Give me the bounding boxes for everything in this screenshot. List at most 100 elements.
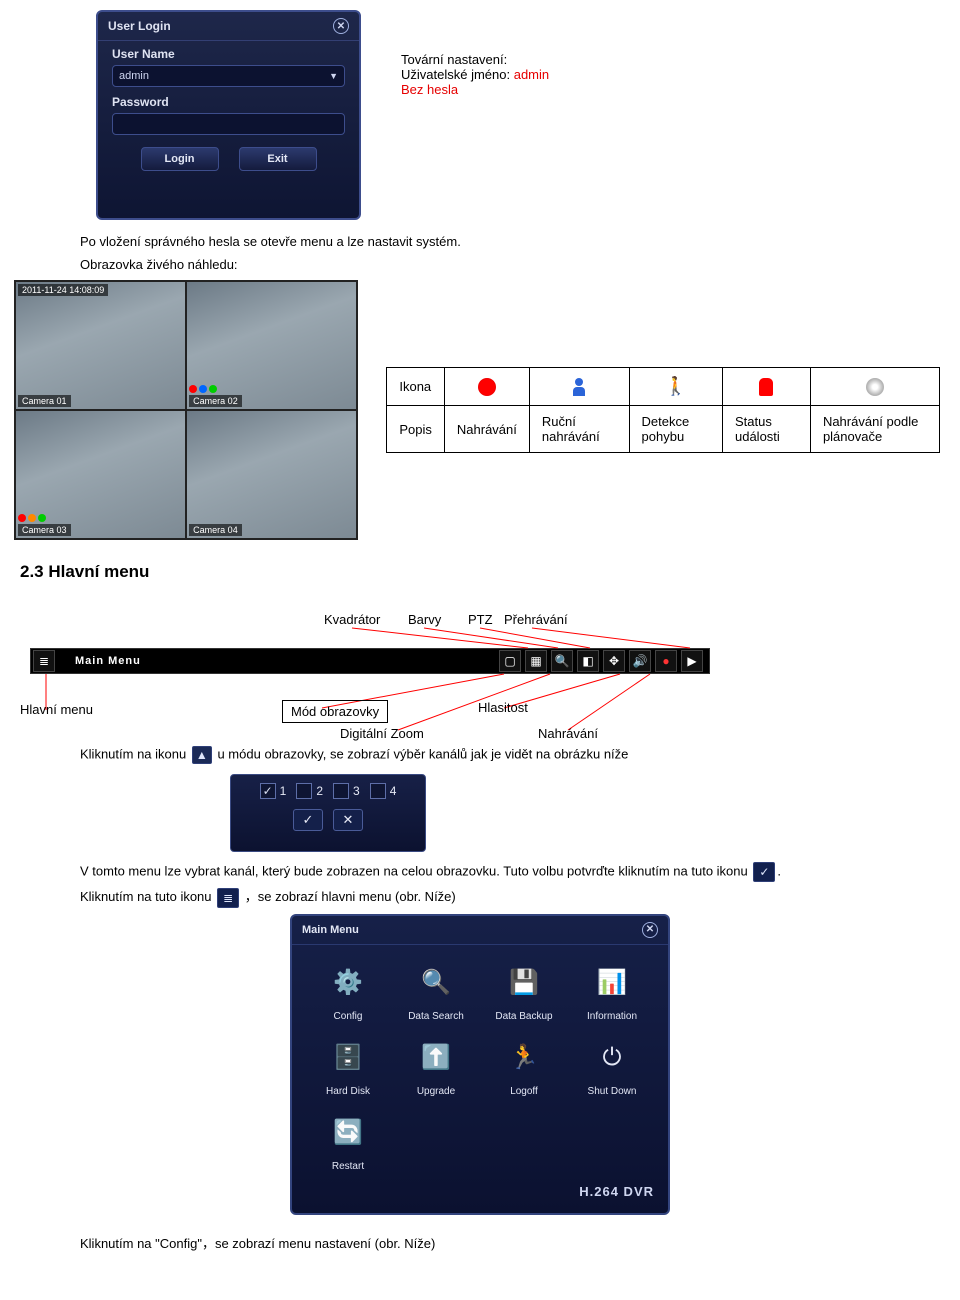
label-hlavni-menu: Hlavní menu [20, 702, 93, 717]
channel-num-4: 4 [390, 784, 397, 798]
info-icon: 📊 [590, 961, 634, 1005]
dvr-brand: H.264 DVR [292, 1180, 668, 1203]
menu-icon-text: Kliknutím na tuto ikonu ≣ ，se zobrazí hl… [80, 886, 940, 908]
chevron-down-icon[interactable]: ▼ [329, 71, 338, 81]
menu-item-restart[interactable]: 🔄 Restart [304, 1111, 392, 1172]
legend-header-desc: Popis [387, 406, 445, 453]
close-icon[interactable]: ✕ [333, 18, 349, 34]
channel-num-3: 3 [353, 784, 360, 798]
record-menu-icon[interactable]: ● [655, 650, 677, 672]
factory-username: admin [514, 67, 549, 82]
channel-selector: 1 2 3 4 ✓ ✕ [230, 774, 426, 852]
label-ptz: PTZ [468, 612, 493, 627]
label-barvy: Barvy [408, 612, 441, 627]
camera-label: Camera 01 [18, 395, 71, 407]
camera-cell-1[interactable]: 2011-11-24 14:08:09 Camera 01 [16, 282, 185, 409]
menu-label: Hard Disk [326, 1086, 370, 1097]
zoom-icon[interactable]: 🔍 [551, 650, 573, 672]
password-input[interactable] [112, 113, 345, 135]
menu-item-data-search[interactable]: 🔍 Data Search [392, 961, 480, 1022]
menu-item-data-backup[interactable]: 💾 Data Backup [480, 961, 568, 1022]
section-heading: 2.3 Hlavní menu [20, 562, 940, 582]
record-icon [478, 378, 496, 396]
live-preview-label: Obrazovka živého náhledu: [80, 257, 940, 272]
menu-label: Shut Down [588, 1086, 637, 1097]
label-mod-obrazovky: Mód obrazovky [282, 700, 388, 723]
legend-status: Status události [722, 406, 810, 453]
gear-icon: ⚙️ [326, 961, 370, 1005]
menu-icon[interactable]: ≣ [33, 650, 55, 672]
confirm-button[interactable]: ✓ [293, 809, 323, 831]
text-chan1a: V tomto menu lze vybrat kanál, který bud… [80, 863, 751, 878]
menu-label: Information [587, 1011, 637, 1022]
label-digitalni-zoom: Digitální Zoom [340, 726, 424, 741]
channel-checkbox-3[interactable] [333, 783, 349, 799]
schedule-icon [866, 378, 884, 396]
camera-label: Camera 04 [189, 524, 242, 536]
channel-checkbox-1[interactable] [260, 783, 276, 799]
cancel-button[interactable]: ✕ [333, 809, 363, 831]
menubar-title: Main Menu [75, 655, 141, 667]
search-icon: 🔍 [414, 961, 458, 1005]
icon-legend-table: Ikona 🚶 Popis Nahrávání Ruční nahrávání … [386, 367, 940, 453]
restart-icon: 🔄 [326, 1111, 370, 1155]
main-menu-bar: ≣ Main Menu ▢ ▦ 🔍 ◧ ✥ 🔊 ● ▶ [30, 648, 710, 674]
legend-manual: Ruční nahrávání [529, 406, 629, 453]
quad-view-icon[interactable]: ▦ [525, 650, 547, 672]
channel-num-1: 1 [280, 784, 287, 798]
single-view-icon[interactable]: ▢ [499, 650, 521, 672]
password-label: Password [98, 89, 359, 111]
power-icon: ⏻ [590, 1036, 634, 1080]
factory-password: Bez hesla [401, 82, 549, 97]
menu-label: Data Backup [495, 1011, 552, 1022]
menu-label: Data Search [408, 1011, 464, 1022]
close-icon[interactable]: ✕ [642, 922, 658, 938]
menu-item-config[interactable]: ⚙️ Config [304, 961, 392, 1022]
legend-motion: Detekce pohybu [629, 406, 722, 453]
menu-item-information[interactable]: 📊 Information [568, 961, 656, 1022]
ptz-icon[interactable]: ✥ [603, 650, 625, 672]
up-arrow-icon[interactable]: ▲ [192, 746, 212, 764]
menu-list-icon[interactable]: ≣ [217, 888, 239, 908]
timestamp: 2011-11-24 14:08:09 [18, 284, 108, 296]
legend-header-icon: Ikona [387, 368, 445, 406]
config-text: Kliknutím na "Config"，se zobrazí menu na… [80, 1233, 940, 1252]
main-menu-window: Main Menu ✕ ⚙️Config 🔍Data Search 💾Data … [290, 914, 670, 1215]
exit-button[interactable]: Exit [239, 147, 317, 171]
after-login-text: Po vložení správného hesla se otevře men… [80, 234, 940, 249]
motion-icon: 🚶 [665, 376, 687, 396]
menu-label: Logoff [510, 1086, 538, 1097]
menu-label: Config [334, 1011, 363, 1022]
factory-line2a: Uživatelské jméno: [401, 67, 514, 82]
playback-icon[interactable]: ▶ [681, 650, 703, 672]
menu-item-shutdown[interactable]: ⏻ Shut Down [568, 1036, 656, 1097]
backup-icon: 💾 [502, 961, 546, 1005]
menubar-diagram: Kvadrátor Barvy PTZ Přehrávání ≣ Main Me… [20, 590, 920, 740]
login-button[interactable]: Login [141, 147, 219, 171]
camera-label: Camera 03 [18, 524, 71, 536]
camera-cell-2[interactable]: Camera 02 [187, 282, 356, 409]
volume-icon[interactable]: 🔊 [629, 650, 651, 672]
channel-num-2: 2 [316, 784, 323, 798]
camera-cell-4[interactable]: Camera 04 [187, 411, 356, 538]
hdd-icon: 🗄️ [326, 1036, 370, 1080]
channel-checkbox-4[interactable] [370, 783, 386, 799]
color-icon[interactable]: ◧ [577, 650, 599, 672]
check-icon[interactable]: ✓ [753, 862, 775, 882]
menu-item-hard-disk[interactable]: 🗄️ Hard Disk [304, 1036, 392, 1097]
label-prehravani: Přehrávání [504, 612, 568, 627]
alarm-icon [759, 378, 773, 396]
person-icon [571, 378, 587, 396]
channel-checkbox-2[interactable] [296, 783, 312, 799]
username-select[interactable]: admin ▼ [112, 65, 345, 87]
menu-label: Restart [332, 1161, 364, 1172]
logoff-icon: 🏃 [502, 1036, 546, 1080]
camera-cell-3[interactable]: Camera 03 [16, 411, 185, 538]
menu-item-logoff[interactable]: 🏃 Logoff [480, 1036, 568, 1097]
label-kvadrator: Kvadrátor [324, 612, 380, 627]
menu-label: Upgrade [417, 1086, 455, 1097]
text-part2: u módu obrazovky, se zobrazí výběr kanál… [217, 746, 628, 761]
text-part1: Kliknutím na ikonu [80, 746, 190, 761]
text-chan2a: Kliknutím na tuto ikonu [80, 889, 215, 904]
menu-item-upgrade[interactable]: ⬆️Upgrade [392, 1036, 480, 1097]
